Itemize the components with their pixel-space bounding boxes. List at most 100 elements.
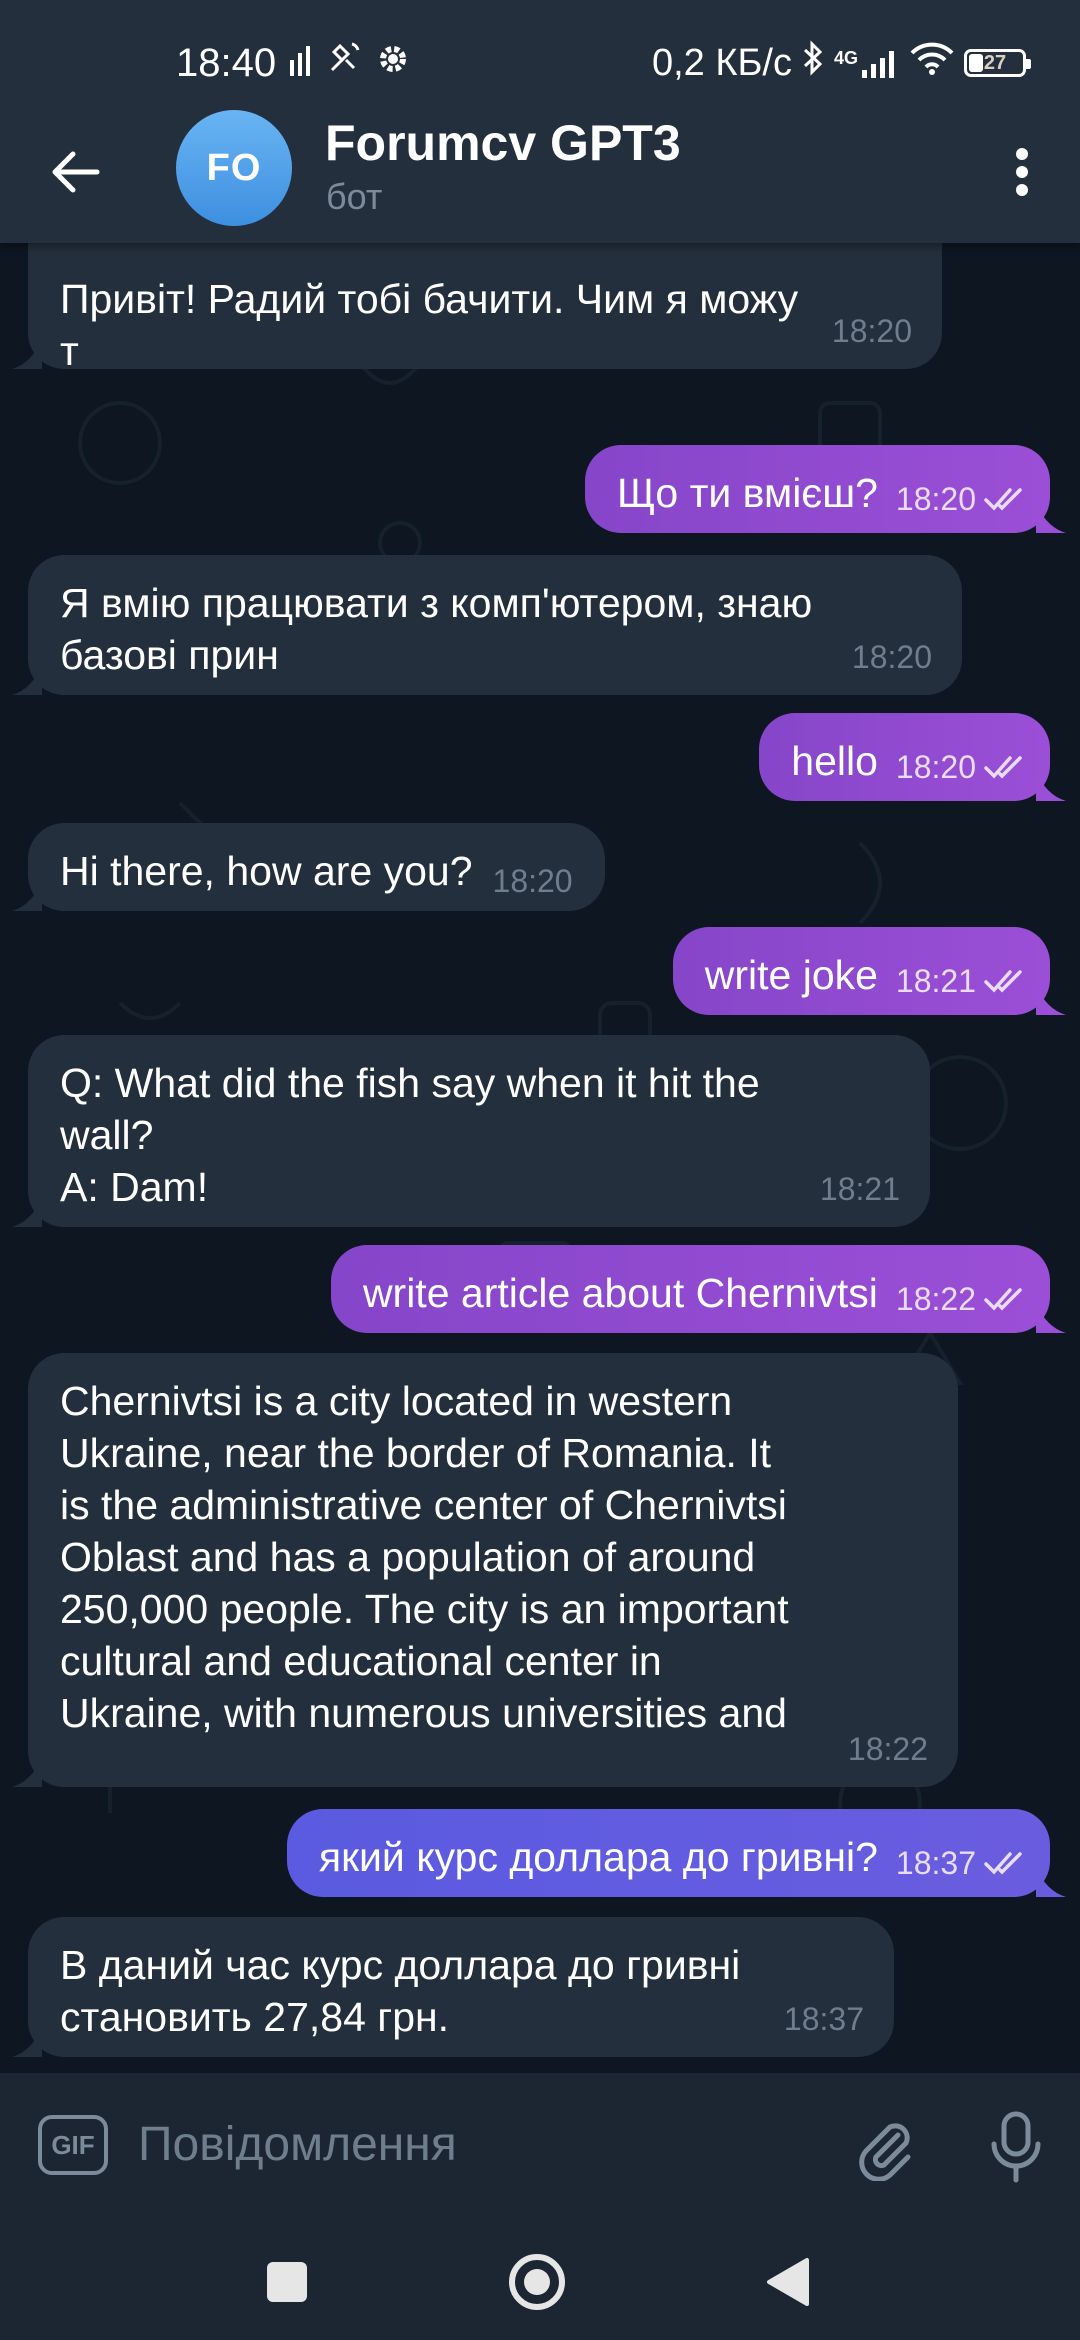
bubble-tail bbox=[12, 2027, 42, 2057]
message-outgoing[interactable]: write joke 18:21 bbox=[672, 927, 1066, 1015]
message-meta: 18:37 bbox=[896, 1837, 1028, 1889]
bubble-tail bbox=[1036, 771, 1066, 801]
bluetooth-icon bbox=[802, 40, 824, 86]
attach-icon bbox=[859, 2123, 911, 2181]
battery-icon: 27 bbox=[964, 49, 1031, 77]
wifi-icon bbox=[910, 41, 954, 85]
message-composer: GIF bbox=[0, 2073, 1080, 2213]
message-text: Що ти вмієш? bbox=[616, 470, 878, 516]
message-incoming[interactable]: Chernivtsi is a city located in western … bbox=[12, 1353, 958, 1787]
bubble-tail bbox=[12, 1197, 42, 1227]
double-check-icon bbox=[984, 488, 1022, 511]
message-input[interactable] bbox=[136, 2103, 820, 2185]
more-options-button[interactable] bbox=[986, 136, 1058, 208]
message-meta: 18:37 bbox=[784, 1993, 864, 2045]
bubble-tail bbox=[1036, 985, 1066, 1015]
message-time: 18:37 bbox=[895, 1845, 976, 1881]
status-time: 18:40 bbox=[176, 40, 277, 85]
avatar-initials: FO bbox=[206, 146, 262, 189]
message-time: 18:20 bbox=[895, 749, 976, 785]
double-check-icon bbox=[984, 1852, 1022, 1875]
battery-fill bbox=[969, 54, 983, 72]
message-text: Я вмію працювати з комп'ютером, знаю баз… bbox=[60, 580, 813, 678]
message-meta: 18:22 bbox=[848, 1723, 928, 1775]
gif-label: GIF bbox=[51, 2129, 95, 2160]
recents-button[interactable] bbox=[252, 2247, 322, 2317]
message-outgoing[interactable]: write article about Chernivtsi 18:22 bbox=[330, 1245, 1066, 1333]
message-meta: 18:21 bbox=[820, 1163, 900, 1215]
square-icon bbox=[267, 2262, 307, 2302]
message-outgoing[interactable]: Що ти вмієш? 18:20 bbox=[584, 445, 1066, 533]
top-bar: 18:40 0,2 КБ/с 4G 27 FO Forumcv GPT3 бот bbox=[0, 0, 1080, 243]
chat-header: FO Forumcv GPT3 бот bbox=[0, 108, 1080, 243]
message-time: 18:22 bbox=[847, 1731, 928, 1767]
message-text: write joke bbox=[704, 952, 878, 998]
double-check-icon bbox=[984, 970, 1022, 993]
message-time: 18:37 bbox=[783, 2001, 864, 2037]
message-meta: 18:20 bbox=[852, 631, 932, 683]
message-text: write article about Chernivtsi bbox=[362, 1270, 878, 1316]
message-time: 18:20 bbox=[492, 863, 573, 899]
chat-avatar[interactable]: FO bbox=[176, 110, 292, 226]
battery-level: 27 bbox=[983, 51, 1007, 74]
voice-record-button[interactable] bbox=[976, 2105, 1056, 2189]
message-list[interactable]: Привіт! Радий тобі бачити. Чим я можу т … bbox=[0, 243, 1080, 2073]
chat-subtitle: бот bbox=[326, 176, 383, 217]
network-type: 4G bbox=[833, 48, 858, 68]
message-text: Привіт! Радий тобі бачити. Чим я можу т bbox=[60, 276, 799, 374]
message-meta: 18:20 bbox=[493, 855, 573, 907]
message-incoming[interactable]: Hi there, how are you? 18:20 bbox=[12, 823, 605, 911]
message-time: 18:20 bbox=[895, 481, 976, 517]
message-meta: 18:20 bbox=[832, 305, 912, 357]
message-text: Q: What did the fish say when it hit the… bbox=[60, 1060, 760, 1210]
message-text: Hi there, how are you? bbox=[60, 848, 473, 894]
status-bar: 18:40 0,2 КБ/с 4G 27 bbox=[0, 0, 1080, 120]
message-time: 18:22 bbox=[895, 1281, 976, 1317]
attach-button[interactable] bbox=[846, 2109, 926, 2189]
system-nav-bar bbox=[0, 2213, 1080, 2340]
message-incoming[interactable]: В даний час курс доллара до гривні стано… bbox=[12, 1917, 894, 2057]
message-meta: 18:22 bbox=[896, 1273, 1028, 1325]
message-time: 18:21 bbox=[819, 1171, 900, 1207]
message-outgoing[interactable]: hello 18:20 bbox=[759, 713, 1066, 801]
bubble-tail bbox=[1036, 1867, 1066, 1897]
bubble-tail bbox=[12, 881, 42, 911]
bubble-tail bbox=[12, 339, 42, 369]
message-incoming[interactable]: Привіт! Радий тобі бачити. Чим я можу т … bbox=[12, 243, 942, 374]
double-check-icon bbox=[984, 1288, 1022, 1311]
gif-button[interactable]: GIF bbox=[38, 2115, 108, 2175]
message-text: hello bbox=[791, 738, 878, 784]
back-button[interactable] bbox=[40, 136, 112, 208]
bubble-tail bbox=[12, 1757, 42, 1787]
settings-gear-icon bbox=[376, 41, 410, 86]
signal-bars-icon bbox=[290, 41, 312, 86]
message-meta: 18:20 bbox=[896, 473, 1028, 525]
home-button[interactable] bbox=[502, 2247, 572, 2317]
status-left: 18:40 bbox=[176, 36, 410, 90]
message-meta: 18:20 bbox=[896, 741, 1028, 793]
microphone-icon bbox=[991, 2111, 1041, 2183]
message-text: який курс доллара до гривні? bbox=[318, 1834, 878, 1880]
message-time: 18:21 bbox=[895, 963, 976, 999]
message-time: 18:20 bbox=[831, 313, 912, 349]
message-meta: 18:21 bbox=[896, 955, 1028, 1007]
status-right: 0,2 КБ/с 4G 27 bbox=[651, 36, 1031, 90]
satellite-icon bbox=[326, 40, 362, 86]
message-outgoing[interactable]: який курс доллара до гривні? 18:37 bbox=[286, 1809, 1066, 1897]
network-speed: 0,2 КБ/с bbox=[651, 41, 792, 84]
message-text: Chernivtsi is a city located in western … bbox=[60, 1378, 789, 1736]
chat-title[interactable]: Forumcv GPT3 bbox=[325, 114, 681, 172]
message-incoming[interactable]: Я вмію працювати з комп'ютером, знаю баз… bbox=[12, 555, 962, 695]
more-vert-icon bbox=[1016, 148, 1028, 196]
message-incoming[interactable]: Q: What did the fish say when it hit the… bbox=[12, 1035, 930, 1227]
message-time: 18:20 bbox=[851, 639, 932, 675]
message-text: В даний час курс доллара до гривні стано… bbox=[60, 1942, 741, 2040]
back-arrow-icon bbox=[52, 151, 100, 193]
bubble-tail bbox=[1036, 1303, 1066, 1333]
cellular-signal-icon: 4G bbox=[834, 48, 900, 78]
bubble-tail bbox=[1036, 503, 1066, 533]
bubble-tail bbox=[12, 665, 42, 695]
triangle-back-icon bbox=[767, 2258, 809, 2306]
back-nav-button[interactable] bbox=[752, 2247, 822, 2317]
double-check-icon bbox=[984, 756, 1022, 779]
